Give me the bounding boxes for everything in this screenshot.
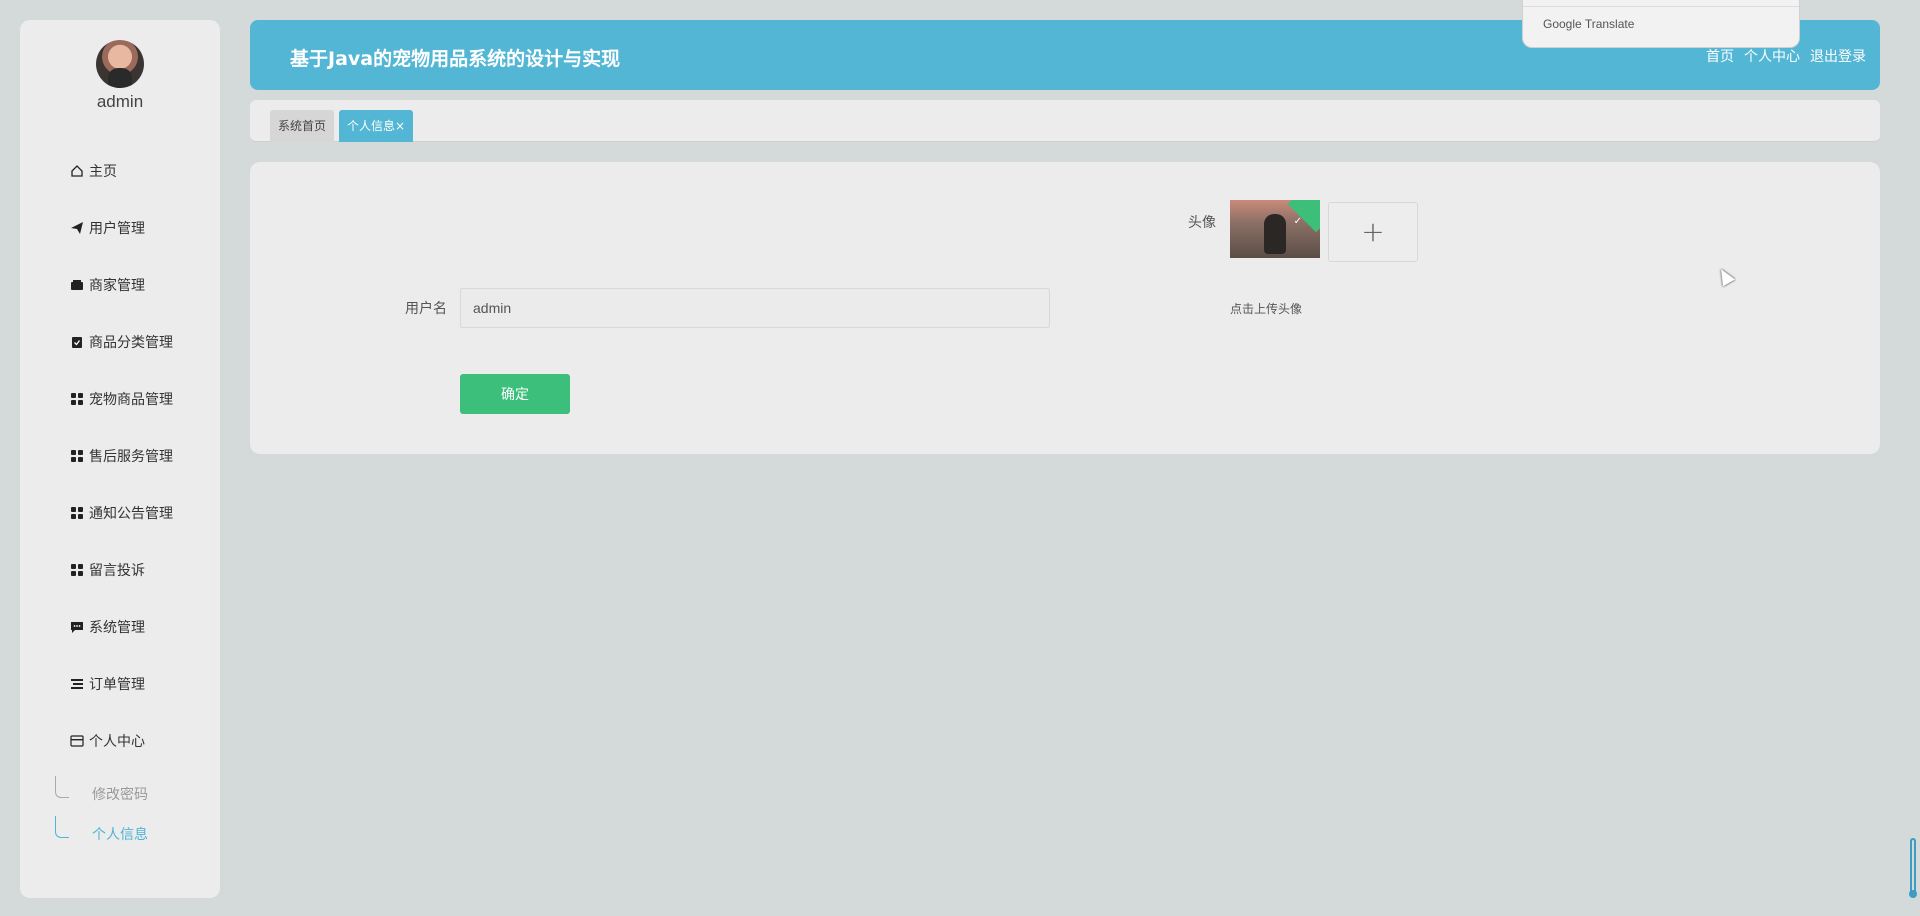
avatar-person-shape [1264,214,1286,254]
wallet-icon [70,278,84,292]
sidebar-item-pet-products[interactable]: 宠物商品管理 [70,388,173,410]
page-title: 基于Java的宠物用品系统的设计与实现 [290,48,621,70]
avatar-label: 头像 [1188,215,1216,231]
tabs-bar: 系统首页 个人信息× [250,100,1880,142]
google-translate-label: Google Translate [1543,17,1635,31]
sidebar-item-label: 商家管理 [89,278,145,294]
tab-label: 个人信息 [347,119,396,133]
sidebar-item-complaints[interactable]: 留言投诉 [70,559,145,581]
sidebar-item-label: 个人中心 [89,734,145,750]
sidebar-item-label: 宠物商品管理 [89,392,173,408]
clipboard-check-icon [70,335,84,349]
header-link-profile[interactable]: 个人中心 [1744,46,1800,66]
sidebar-username: admin [96,92,144,111]
sidebar: admin 主页 用户管理 商家管理 商品分类管理 宠物商品管理 售后服务管理 … [20,20,220,898]
submenu-connector [55,816,69,838]
sidebar-item-personal-center[interactable]: 个人中心 [70,730,145,752]
upload-hint: 点击上传头像 [1230,302,1303,316]
tab-system-home[interactable]: 系统首页 [270,110,335,142]
submenu-connector [55,776,69,798]
sidebar-subitem-change-password[interactable]: 修改密码 [92,784,148,804]
header-nav: 首页 个人中心 退出登录 [1706,46,1866,66]
comment-icon [70,620,84,634]
paper-plane-icon [70,221,84,235]
home-icon [70,164,84,178]
header-link-home[interactable]: 首页 [1706,46,1734,66]
check-icon: ✓ [1293,216,1302,227]
sidebar-item-merchants[interactable]: 商家管理 [70,274,145,296]
username-label: 用户名 [405,301,447,317]
sidebar-subitem-personal-info[interactable]: 个人信息 [92,824,148,844]
grid-icon [70,449,84,463]
sidebar-item-label: 售后服务管理 [89,449,173,465]
sidebar-item-label: 系统管理 [89,620,145,636]
tab-personal-info[interactable]: 个人信息× [339,110,414,142]
grid-icon [70,563,84,577]
sidebar-item-label: 通知公告管理 [89,506,173,522]
tab-label: 系统首页 [278,119,327,133]
avatar[interactable] [96,40,144,88]
username-field[interactable] [460,288,1050,328]
card-icon [70,734,84,748]
sidebar-item-label: 留言投诉 [89,563,145,579]
profile-form-card: 头像 ✓ + 点击上传头像 用户名 确定 [250,162,1880,454]
scroll-indicator[interactable] [1909,838,1917,898]
list-icon [70,677,84,691]
google-translate-popup[interactable]: Google Translate [1522,0,1800,48]
sidebar-item-home[interactable]: 主页 [70,160,117,182]
confirm-button[interactable]: 确定 [460,374,570,414]
plus-icon: + [1361,215,1385,248]
grid-icon [70,506,84,520]
avatar-preview-image[interactable]: ✓ [1230,200,1320,258]
sidebar-item-system[interactable]: 系统管理 [70,616,145,638]
sidebar-item-label: 用户管理 [89,221,145,237]
sidebar-item-categories[interactable]: 商品分类管理 [70,331,173,353]
close-icon[interactable]: × [395,119,405,133]
header-link-logout[interactable]: 退出登录 [1810,46,1866,66]
sidebar-item-users[interactable]: 用户管理 [70,217,145,239]
sidebar-item-after-sales[interactable]: 售后服务管理 [70,445,173,467]
grid-icon [70,392,84,406]
sidebar-item-label: 商品分类管理 [89,335,173,351]
sidebar-item-orders[interactable]: 订单管理 [70,673,145,695]
divider [1523,6,1799,7]
sidebar-item-label: 订单管理 [89,677,145,693]
avatar-upload-button[interactable]: + [1328,202,1418,262]
sidebar-item-label: 主页 [89,164,117,180]
upload-success-badge [1287,200,1320,233]
sidebar-item-notices[interactable]: 通知公告管理 [70,502,173,524]
